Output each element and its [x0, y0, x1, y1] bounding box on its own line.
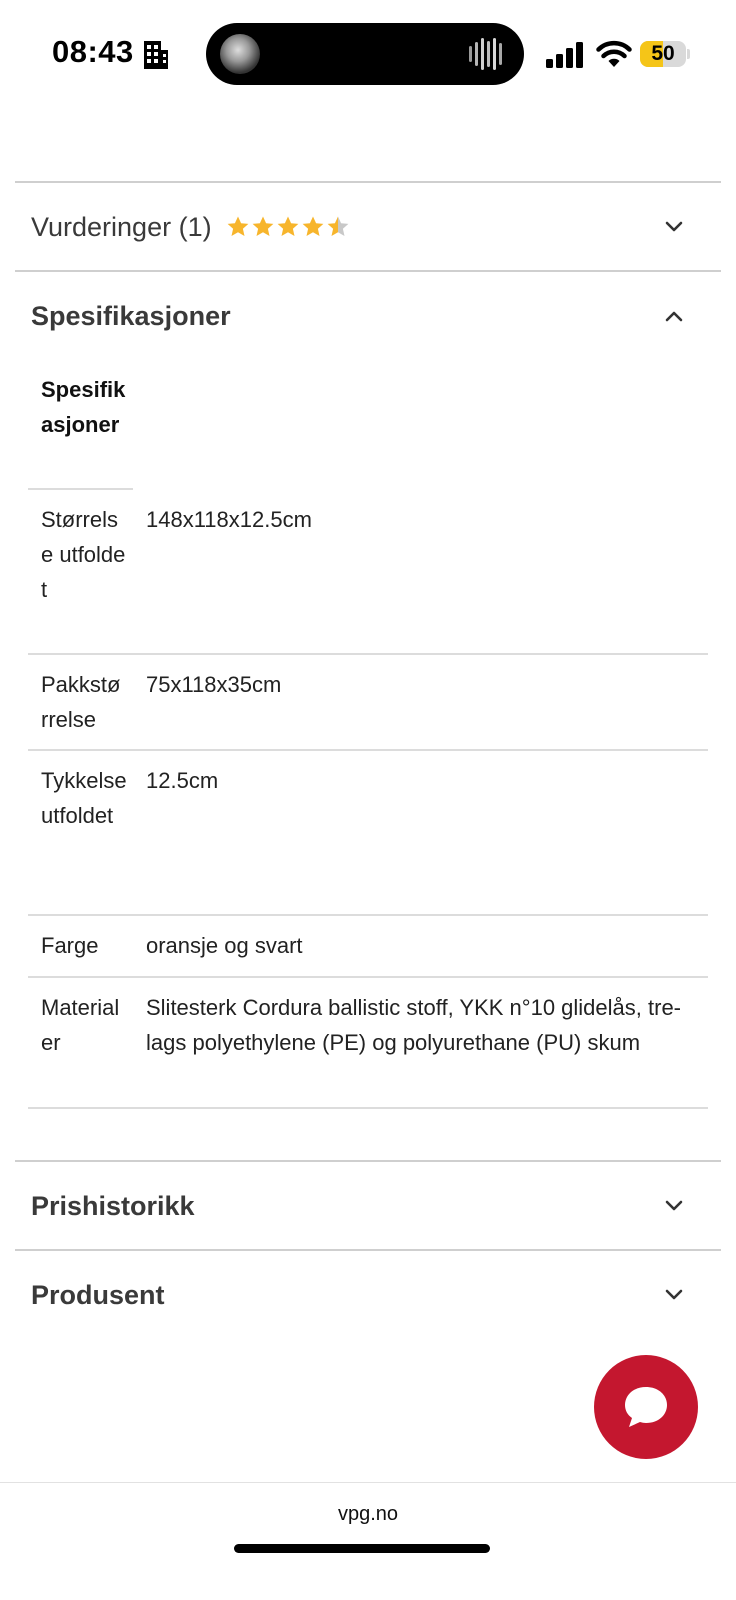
- url-text: vpg.no: [337, 1503, 399, 1525]
- spec-key: Pakkstørrelse: [41, 672, 121, 732]
- spec-value: 75x118x35cm: [146, 672, 282, 697]
- specs-accordion-header[interactable]: Spesifikasjoner: [15, 272, 721, 360]
- chat-bubble-icon: [625, 1387, 667, 1427]
- spec-key: Materialer: [41, 995, 120, 1055]
- reviews-title: Vurderinger (1): [31, 211, 212, 242]
- star-icon: [327, 216, 348, 236]
- status-bar: 08:43 50: [0, 0, 736, 100]
- spec-row: Pakkstørrelse 75x118x35cm: [28, 655, 708, 751]
- chevron-down-icon: [665, 1289, 683, 1300]
- star-icon: [252, 216, 273, 236]
- now-playing-artwork: [220, 34, 260, 74]
- spec-row: Tykkelse utfoldet 12.5cm: [28, 751, 708, 916]
- price-history-title: Prishistorikk: [31, 1190, 195, 1221]
- chevron-down-icon: [665, 221, 683, 232]
- spec-key: Tykkelse utfoldet: [41, 768, 127, 828]
- browser-address-bar[interactable]: vpg.no: [0, 1482, 736, 1600]
- spec-value: oransje og svart: [146, 933, 303, 958]
- building-icon: [144, 41, 168, 69]
- rating-stars: [226, 215, 350, 239]
- dynamic-island[interactable]: [206, 23, 524, 85]
- battery-level: 50: [651, 42, 675, 65]
- chat-button[interactable]: [594, 1355, 698, 1459]
- star-icon: [302, 216, 323, 236]
- spec-value: 12.5cm: [146, 768, 219, 793]
- price-history-accordion-header[interactable]: Prishistorikk: [15, 1162, 721, 1250]
- signal-icon: [546, 42, 583, 68]
- spec-key: Størrelse utfoldet: [41, 507, 126, 602]
- battery-icon: 50: [640, 41, 690, 67]
- status-time: 08:43: [52, 34, 134, 69]
- spec-value: Slitesterk Cordura ballistic stoff, YKK …: [146, 995, 682, 1055]
- manufacturer-title: Produsent: [31, 1279, 165, 1310]
- manufacturer-accordion-header[interactable]: Produsent: [15, 1251, 721, 1339]
- chevron-up-icon: [665, 311, 683, 322]
- spec-row: Størrelse utfoldet 148x118x12.5cm: [28, 490, 708, 655]
- chevron-down-icon: [665, 1200, 683, 1211]
- spec-row: Farge oransje og svart: [28, 916, 708, 978]
- star-icon: [277, 216, 298, 236]
- spec-key: Farge: [41, 933, 99, 958]
- wifi-icon: [596, 40, 632, 67]
- home-indicator[interactable]: [234, 1544, 490, 1553]
- spec-value: 148x118x12.5cm: [146, 507, 312, 532]
- audio-waveform-icon: [469, 38, 502, 70]
- star-icon: [227, 216, 248, 236]
- spec-row: Materialer Slitesterk Cordura ballistic …: [28, 978, 708, 1109]
- spec-table-header: Spesifikasjoner: [41, 377, 126, 437]
- specs-title: Spesifikasjoner: [31, 300, 231, 331]
- reviews-accordion-header[interactable]: Vurderinger (1): [15, 183, 721, 271]
